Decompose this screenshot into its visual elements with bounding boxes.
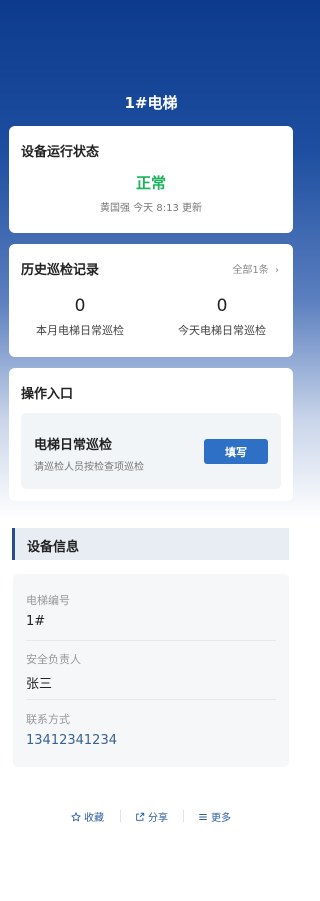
task-description: 请巡检人员按检查项巡检 [34,462,144,473]
divider [26,699,276,700]
device-info-title: 设备信息 [27,540,80,555]
field-label: 联系方式 [26,713,70,726]
favorite-label: 收藏 [84,813,104,824]
share-icon [136,812,145,821]
stat-month-value: 0 [74,296,86,316]
view-all-link[interactable]: 全部1条 › [232,261,279,276]
status-update-info: 黄国强 今天 8:13 更新 [100,203,202,214]
more-label: 更多 [211,813,231,824]
device-info-card: 电梯编号 1# 安全负责人 张三 联系方式 13412341234 [13,574,289,767]
favorite-button[interactable]: 收藏 [71,809,104,824]
field-value: 张三 [26,677,53,692]
status-value: 正常 [135,174,166,192]
history-card-title: 历史巡检记录 [21,263,100,278]
stat-month-label: 本月电梯日常巡检 [36,324,124,337]
more-button[interactable]: 更多 [198,809,231,824]
chevron-right-icon: › [275,265,279,276]
ops-card-title: 操作入口 [21,387,74,402]
field-safety-officer: 安全负责人 张三 [26,651,276,692]
fill-button[interactable]: 填写 [204,439,268,464]
star-icon [71,811,81,821]
field-contact: 联系方式 13412341234 [26,711,276,748]
footer-divider [120,810,121,822]
phone-link[interactable]: 13412341234 [26,733,276,748]
status-card: 设备运行状态 正常 黄国强 今天 8:13 更新 [9,126,293,233]
ops-card: 操作入口 电梯日常巡检 请巡检人员按检查项巡检 填写 [9,368,293,501]
field-value: 1# [26,614,46,629]
history-card: 历史巡检记录 全部1条 › 0 本月电梯日常巡检 0 今天电梯日常巡检 [9,244,293,357]
page-title: 1#电梯 [124,94,178,112]
stat-today[interactable]: 0 今天电梯日常巡检 [151,296,293,338]
stat-month[interactable]: 0 本月电梯日常巡检 [9,296,151,338]
field-label: 安全负责人 [26,653,81,666]
divider [26,640,276,641]
field-elevator-number: 电梯编号 1# [26,592,276,629]
task-entry: 电梯日常巡检 请巡检人员按检查项巡检 填写 [21,413,281,489]
device-info-header: 设备信息 [12,528,289,560]
stat-today-value: 0 [216,296,228,316]
field-label: 电梯编号 [26,594,70,607]
stat-today-label: 今天电梯日常巡检 [178,324,266,337]
footer-divider [183,810,184,822]
footer-actions: 收藏 分享 更多 [0,809,302,824]
view-all-label: 全部1条 [232,265,269,276]
task-title: 电梯日常巡检 [34,438,113,453]
status-card-title: 设备运行状态 [21,145,100,160]
share-label: 分享 [148,813,168,824]
menu-icon [199,813,207,820]
share-button[interactable]: 分享 [135,809,168,824]
